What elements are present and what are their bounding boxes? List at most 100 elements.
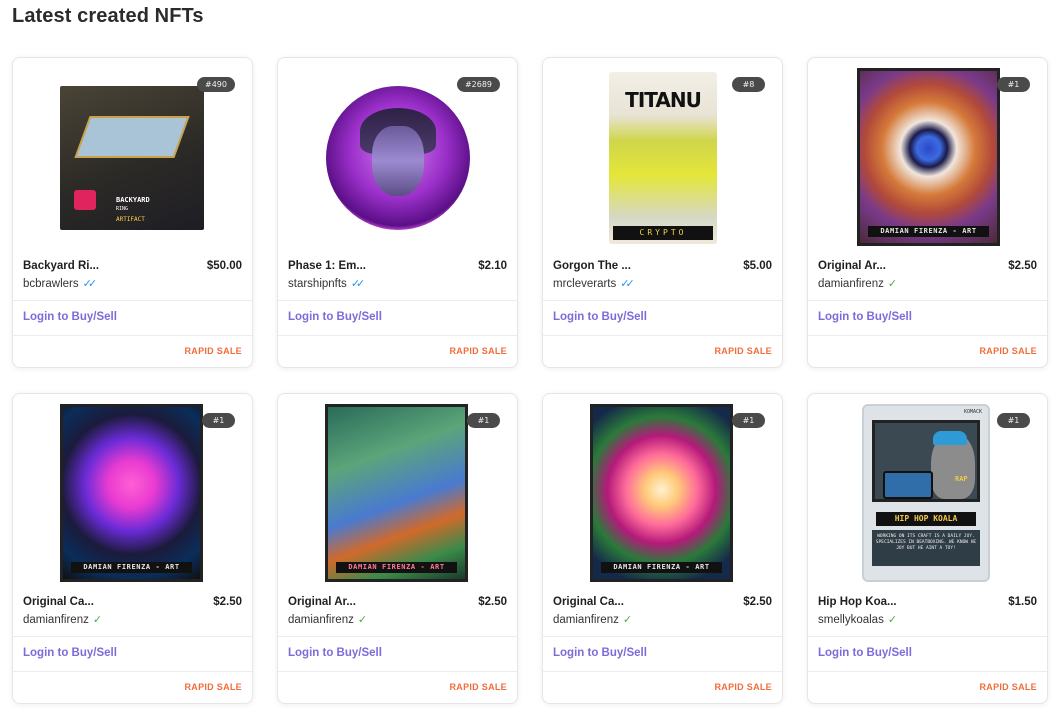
koala-screen: RAP — [872, 420, 980, 502]
divider — [808, 300, 1047, 301]
divider — [278, 335, 517, 336]
rapid-sale-badge: RAPID SALE — [979, 346, 1037, 356]
creator-name[interactable]: mrcleverarts — [553, 278, 616, 290]
nft-image[interactable]: BACKYARD RING ARTIFACT — [60, 86, 204, 230]
login-to-buy-sell-link[interactable]: Login to Buy/Sell — [288, 311, 382, 323]
nft-image[interactable]: DAMIAN FIRENZA - ART — [590, 404, 733, 582]
creator-name[interactable]: damianfirenz — [818, 278, 884, 290]
art-label: HIP HOP KOALA — [876, 512, 976, 526]
art-label: BACKYARD RING — [116, 196, 150, 212]
nft-name[interactable]: Phase 1: Em... — [288, 260, 366, 272]
nft-artwork[interactable]: DAMIAN FIRENZA - ART #1 — [278, 394, 517, 588]
art-label: DAMIAN FIRENZA - ART — [336, 562, 457, 573]
nft-card[interactable]: DAMIAN FIRENZA - ART #1 Original Ca... $2… — [542, 393, 783, 704]
edition-badge: #8 — [732, 77, 765, 92]
art-rap-label: RAP — [955, 475, 968, 483]
check-icon: ✓ — [622, 614, 633, 626]
nft-image[interactable]: DAMIAN FIRENZA - ART — [60, 404, 203, 582]
nft-name[interactable]: Original Ca... — [23, 596, 94, 608]
login-to-buy-sell-link[interactable]: Login to Buy/Sell — [288, 647, 382, 659]
nft-artwork[interactable]: #2689 — [278, 58, 517, 252]
divider — [13, 335, 252, 336]
login-to-buy-sell-link[interactable]: Login to Buy/Sell — [23, 647, 117, 659]
nft-price: $1.50 — [1008, 596, 1037, 608]
art-brand: KOMACK — [963, 409, 982, 415]
nft-artwork[interactable]: BACKYARD RING ARTIFACT #490 — [13, 58, 252, 252]
nft-price: $2.50 — [1008, 260, 1037, 272]
nft-artwork[interactable]: DAMIAN FIRENZA - ART #1 — [543, 394, 782, 588]
art-label: DAMIAN FIRENZA - ART — [601, 562, 722, 573]
nft-price: $2.50 — [213, 596, 242, 608]
edition-badge: #1 — [997, 77, 1030, 92]
page-title: Latest created NFTs — [12, 5, 204, 27]
edition-badge: #2689 — [456, 77, 500, 92]
nft-name[interactable]: Original Ar... — [818, 260, 886, 272]
nft-grid: BACKYARD RING ARTIFACT #490 Backyard Ri..… — [12, 57, 1050, 704]
art-description: WORKING ON ITS CRAFT IS A DAILY JOY. SPE… — [872, 530, 980, 566]
nft-price: $2.50 — [743, 596, 772, 608]
nft-price: $2.50 — [478, 596, 507, 608]
nft-artwork[interactable]: DAMIAN FIRENZA - ART #1 — [13, 394, 252, 588]
login-to-buy-sell-link[interactable]: Login to Buy/Sell — [23, 311, 117, 323]
creator-name[interactable]: damianfirenz — [23, 614, 89, 626]
nft-image[interactable]: DAMIAN FIRENZA - ART — [857, 68, 1000, 246]
rapid-sale-badge: RAPID SALE — [449, 346, 507, 356]
nft-card[interactable]: DAMIAN FIRENZA - ART #1 Original Ar... $2… — [277, 393, 518, 704]
nft-name[interactable]: Gorgon The ... — [553, 260, 631, 272]
nft-card[interactable]: DAMIAN FIRENZA - ART #1 Original Ar... $2… — [807, 57, 1048, 368]
double-check-icon: ✓✓ — [620, 278, 635, 290]
check-icon: ✓ — [92, 614, 103, 626]
nft-name[interactable]: Original Ar... — [288, 596, 356, 608]
divider — [278, 300, 517, 301]
rapid-sale-badge: RAPID SALE — [714, 346, 772, 356]
boombox — [883, 471, 933, 499]
creator-name[interactable]: damianfirenz — [553, 614, 619, 626]
nft-artwork[interactable]: DAMIAN FIRENZA - ART #1 — [808, 58, 1047, 252]
nft-image[interactable] — [326, 86, 470, 230]
edition-badge: #1 — [997, 413, 1030, 428]
rapid-sale-badge: RAPID SALE — [979, 682, 1037, 692]
nft-image[interactable]: TITANU CRYPTO — [609, 72, 717, 244]
rapid-sale-badge: RAPID SALE — [184, 682, 242, 692]
art-label: DAMIAN FIRENZA - ART — [71, 562, 192, 573]
divider — [13, 636, 252, 637]
divider — [13, 671, 252, 672]
nft-name[interactable]: Hip Hop Koa... — [818, 596, 897, 608]
nft-image[interactable]: KOMACK RAP HIP HOP KOALA WORKING ON ITS … — [862, 404, 990, 582]
divider — [543, 335, 782, 336]
login-to-buy-sell-link[interactable]: Login to Buy/Sell — [818, 647, 912, 659]
creator-name[interactable]: damianfirenz — [288, 614, 354, 626]
nft-artwork[interactable]: TITANU CRYPTO #8 — [543, 58, 782, 252]
nft-name[interactable]: Original Ca... — [553, 596, 624, 608]
divider — [808, 671, 1047, 672]
creator-name[interactable]: starshipnfts — [288, 278, 347, 290]
nft-card[interactable]: DAMIAN FIRENZA - ART #1 Original Ca... $2… — [12, 393, 253, 704]
nft-card[interactable]: BACKYARD RING ARTIFACT #490 Backyard Ri..… — [12, 57, 253, 368]
nft-name[interactable]: Backyard Ri... — [23, 260, 99, 272]
ring-mat — [74, 116, 190, 158]
nft-card[interactable]: TITANU CRYPTO #8 Gorgon The ... $5.00 mrc… — [542, 57, 783, 368]
divider — [808, 636, 1047, 637]
art-sublabel: ARTIFACT — [116, 216, 145, 223]
art-label: DAMIAN FIRENZA - ART — [868, 226, 989, 237]
brand-logo — [74, 190, 96, 210]
divider — [808, 335, 1047, 336]
login-to-buy-sell-link[interactable]: Login to Buy/Sell — [553, 647, 647, 659]
login-to-buy-sell-link[interactable]: Login to Buy/Sell — [553, 311, 647, 323]
nft-price: $50.00 — [206, 260, 242, 272]
login-to-buy-sell-link[interactable]: Login to Buy/Sell — [818, 311, 912, 323]
creator-name[interactable]: smellykoalas — [818, 614, 884, 626]
divider — [13, 300, 252, 301]
nft-artwork[interactable]: KOMACK RAP HIP HOP KOALA WORKING ON ITS … — [808, 394, 1047, 588]
face-shape — [372, 126, 424, 196]
creator-name[interactable]: bcbrawlers — [23, 278, 79, 290]
nft-price: $2.10 — [478, 260, 507, 272]
divider — [543, 671, 782, 672]
nft-card[interactable]: KOMACK RAP HIP HOP KOALA WORKING ON ITS … — [807, 393, 1048, 704]
nft-card[interactable]: #2689 Phase 1: Em... $2.10 starshipnfts ✓✓… — [277, 57, 518, 368]
divider — [543, 636, 782, 637]
nft-image[interactable]: DAMIAN FIRENZA - ART — [325, 404, 468, 582]
double-check-icon: ✓✓ — [82, 278, 98, 290]
rapid-sale-badge: RAPID SALE — [184, 346, 242, 356]
nft-price: $5.00 — [743, 260, 772, 272]
